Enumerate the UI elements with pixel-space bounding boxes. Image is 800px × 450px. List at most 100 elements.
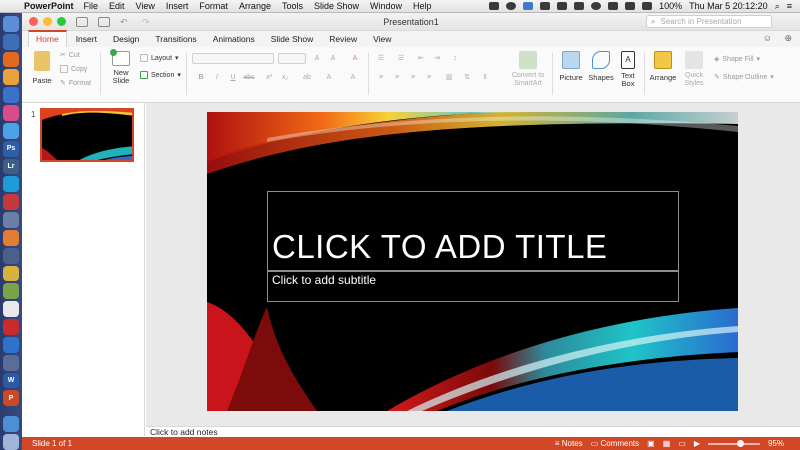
photoshop-icon[interactable]: Ps <box>3 140 19 157</box>
itunes-icon[interactable] <box>3 105 19 121</box>
slide-canvas[interactable]: CLICK TO ADD TITLE Click to add subtitle <box>207 112 738 411</box>
convert-smartart-button[interactable]: Convert to SmartArt <box>508 51 548 88</box>
battery-icon[interactable] <box>642 2 653 10</box>
open-icon[interactable] <box>98 16 110 27</box>
align-left-icon[interactable]: ≡ <box>374 72 388 83</box>
menu-format[interactable]: Format <box>199 1 228 11</box>
columns-icon[interactable]: ▥ <box>442 72 456 83</box>
case-icon[interactable]: A <box>346 72 360 83</box>
shape-outline-button[interactable]: ✎ Shape Outline ▾ <box>714 73 774 82</box>
text-box-button[interactable]: A Text Box <box>618 51 638 88</box>
mail-icon[interactable] <box>489 2 500 10</box>
minimize-window-icon[interactable] <box>43 17 52 26</box>
new-slide-button[interactable]: New Slide <box>108 49 134 85</box>
box-icon[interactable] <box>3 336 19 353</box>
volume-icon[interactable] <box>625 2 636 10</box>
clock-icon[interactable] <box>591 2 602 10</box>
tab-view[interactable]: View <box>366 32 398 47</box>
safari-icon[interactable] <box>3 33 19 50</box>
italic-icon[interactable]: I <box>210 72 224 83</box>
font-name-dropdown[interactable] <box>192 53 274 64</box>
text-direction-icon[interactable]: ⇅ <box>460 72 474 83</box>
menu-help[interactable]: Help <box>413 1 432 11</box>
close-window-icon[interactable] <box>29 17 38 26</box>
arrange-button[interactable]: Arrange <box>648 51 678 82</box>
menu-insert[interactable]: Insert <box>166 1 189 11</box>
tab-insert[interactable]: Insert <box>69 32 104 47</box>
utility-icon[interactable] <box>3 265 19 282</box>
search-icon[interactable]: ⌕ <box>775 1 780 12</box>
menu-arrange[interactable]: Arrange <box>239 1 271 11</box>
twitter-icon[interactable] <box>523 2 534 10</box>
increase-indent-icon[interactable]: ⇥ <box>430 53 444 64</box>
powerpoint-icon[interactable]: P <box>3 390 19 407</box>
shapes-button[interactable]: Shapes <box>588 51 614 82</box>
format-painter-button[interactable]: ✎ Format <box>60 79 91 88</box>
vlc-icon[interactable] <box>506 2 517 10</box>
bold-icon[interactable]: B <box>194 72 208 83</box>
finder-icon[interactable] <box>3 16 19 32</box>
subtitle-placeholder[interactable]: Click to add subtitle <box>267 271 679 302</box>
dropbox-icon[interactable] <box>557 2 568 10</box>
shape-fill-button[interactable]: ◈ Shape Fill ▾ <box>714 55 760 64</box>
bluetooth-icon[interactable] <box>574 2 585 10</box>
tab-animations[interactable]: Animations <box>206 32 262 47</box>
font-color-icon[interactable]: A <box>322 72 336 83</box>
grow-font-icon[interactable]: A <box>310 53 324 64</box>
menu-file[interactable]: File <box>84 1 99 11</box>
cut-button[interactable]: ✂ Cut <box>60 51 80 60</box>
numbering-icon[interactable]: ☰ <box>394 53 408 64</box>
line-spacing-icon[interactable]: ↕ <box>448 53 462 64</box>
maps-icon[interactable] <box>3 283 19 300</box>
books-icon[interactable] <box>3 229 19 246</box>
normal-view-icon[interactable]: ▣ <box>647 439 655 448</box>
folder-icon[interactable] <box>3 416 19 433</box>
justify-icon[interactable]: ≡ <box>422 72 436 83</box>
align-center-icon[interactable]: ≡ <box>390 72 404 83</box>
align-text-icon[interactable]: ⇕ <box>478 72 492 83</box>
comments-toggle[interactable]: ▭ Comments <box>591 439 639 448</box>
picture-button[interactable]: Picture <box>558 51 584 82</box>
bullets-icon[interactable]: ☰ <box>374 53 388 64</box>
slide-thumbnail[interactable] <box>40 108 134 162</box>
quick-styles-button[interactable]: Quick Styles <box>680 51 708 88</box>
twitter-dock-icon[interactable] <box>3 176 19 193</box>
zoom-slider[interactable] <box>707 439 760 447</box>
title-placeholder[interactable]: CLICK TO ADD TITLE <box>267 191 679 271</box>
superscript-icon[interactable]: x² <box>262 72 276 83</box>
slideshow-view-icon[interactable]: ▶ <box>694 439 700 448</box>
subscript-icon[interactable]: x₂ <box>278 72 292 83</box>
align-right-icon[interactable]: ≡ <box>406 72 420 83</box>
firefox-icon[interactable] <box>3 51 19 68</box>
shrink-font-icon[interactable]: A <box>326 53 340 64</box>
menu-edit[interactable]: Edit <box>109 1 125 11</box>
menu-window[interactable]: Window <box>370 1 402 11</box>
calculator-icon[interactable] <box>3 247 19 264</box>
layout-button[interactable]: Layout ▾ <box>140 54 179 62</box>
chrome-icon[interactable] <box>3 69 19 86</box>
redo-icon[interactable]: ↷ <box>142 17 154 27</box>
zoom-slider-thumb[interactable] <box>737 439 745 447</box>
skype-icon[interactable] <box>3 87 19 104</box>
app-menu[interactable]: PowerPoint <box>24 1 74 11</box>
copy-button[interactable]: Copy <box>60 65 87 73</box>
plane-icon[interactable] <box>3 354 19 371</box>
decrease-indent-icon[interactable]: ⇤ <box>414 53 428 64</box>
notes-field[interactable]: Click to add notes <box>146 426 800 437</box>
search-field[interactable]: ⌕ Search in Presentation <box>646 15 772 28</box>
underline-icon[interactable]: U <box>226 72 240 83</box>
wifi-icon[interactable] <box>608 2 619 10</box>
reading-view-icon[interactable]: ▭ <box>678 439 686 448</box>
tab-design[interactable]: Design <box>106 32 146 47</box>
clock[interactable]: Thu Mar 5 20:12:20 <box>689 1 768 11</box>
menu-tools[interactable]: Tools <box>282 1 303 11</box>
cloud-icon[interactable] <box>540 2 551 10</box>
tab-review[interactable]: Review <box>322 32 364 47</box>
highlight-icon[interactable]: ab <box>300 72 314 83</box>
app-store-icon[interactable] <box>3 122 19 139</box>
slide-sorter-icon[interactable]: ▦ <box>663 439 671 448</box>
clear-format-icon[interactable]: A <box>348 53 362 64</box>
trash-icon[interactable] <box>3 434 19 450</box>
save-icon[interactable] <box>76 16 88 27</box>
section-button[interactable]: Section ▾ <box>140 71 181 79</box>
